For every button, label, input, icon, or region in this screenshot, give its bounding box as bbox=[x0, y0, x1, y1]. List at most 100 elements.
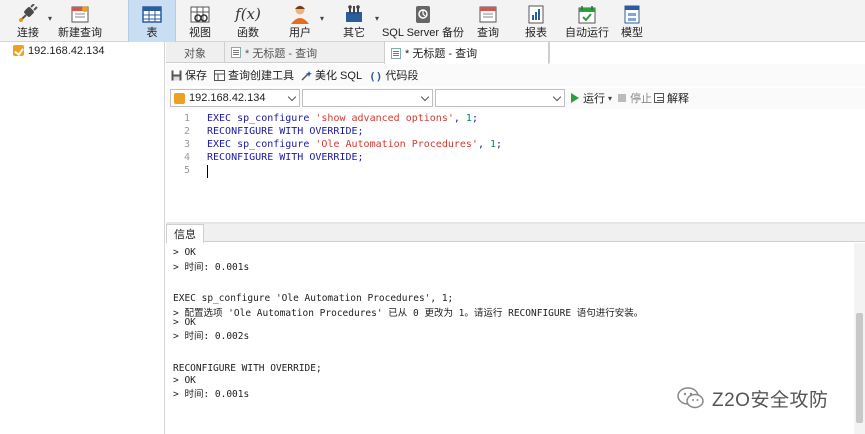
vertical-scrollbar[interactable] bbox=[854, 243, 865, 434]
new-query-button[interactable]: 新建查询 bbox=[56, 0, 104, 42]
code-token: EXEC bbox=[207, 113, 238, 124]
tab-query-1-label: * 无标题 - 查询 bbox=[245, 47, 318, 60]
database-select[interactable] bbox=[302, 89, 433, 107]
autorun-label: 自动运行 bbox=[565, 27, 609, 39]
run-dropdown-icon[interactable]: ▾ bbox=[608, 94, 612, 103]
line-number: 3 bbox=[183, 139, 190, 150]
code-snippet-button[interactable]: () 代码段 bbox=[369, 67, 418, 83]
other-label: 其它 bbox=[343, 27, 365, 39]
autorun-button[interactable]: 自动运行 bbox=[560, 0, 614, 42]
tab-filter-input[interactable] bbox=[549, 42, 865, 63]
user-dropdown-icon[interactable]: ▾ bbox=[320, 14, 324, 23]
autorun-icon bbox=[574, 2, 600, 26]
code-line[interactable]: EXEC sp_configure 'show advanced options… bbox=[207, 113, 478, 124]
view-label: 视图 bbox=[189, 27, 211, 39]
beautify-sql-button[interactable]: 美化 SQL bbox=[301, 67, 362, 83]
explain-button[interactable]: 解释 bbox=[654, 90, 689, 106]
tree-item-connection[interactable]: 192.168.42.134 bbox=[0, 42, 164, 59]
code-token: sp_configure bbox=[237, 139, 316, 150]
function-glyph: f(x) bbox=[235, 5, 261, 23]
table-label: 表 bbox=[146, 27, 158, 39]
function-button[interactable]: f(x) 函数 bbox=[224, 0, 272, 42]
save-icon bbox=[171, 70, 182, 81]
message-line: > 时间: 0.002s bbox=[173, 331, 250, 343]
stop-button[interactable]: 停止 bbox=[618, 90, 652, 106]
code-token: ; bbox=[496, 139, 503, 150]
connection-selector-row: 192.168.42.134 运行 ▾ 停止 解释 bbox=[166, 88, 865, 109]
code-line[interactable]: EXEC sp_configure 'Ole Automation Proced… bbox=[207, 139, 502, 150]
connect-button[interactable]: 连接 bbox=[4, 0, 52, 42]
message-line: > OK bbox=[173, 374, 196, 386]
message-line: EXEC sp_configure 'Ole Automation Proced… bbox=[173, 293, 454, 305]
stop-label: 停止 bbox=[630, 93, 652, 105]
line-number: 5 bbox=[183, 165, 190, 176]
message-line: > OK bbox=[173, 316, 196, 328]
tab-objects[interactable]: 对象 bbox=[166, 42, 224, 63]
schema-select[interactable] bbox=[435, 89, 565, 107]
function-label: 函数 bbox=[237, 27, 259, 39]
query-builder-button[interactable]: 查询创建工具 bbox=[214, 67, 294, 83]
query-tab-icon bbox=[391, 47, 401, 59]
table-button[interactable]: 表 bbox=[128, 0, 176, 42]
connection-tree: 192.168.42.134 bbox=[0, 42, 165, 434]
new-query-icon bbox=[67, 2, 93, 26]
beautify-icon bbox=[301, 70, 312, 81]
editor-toolbar: 保存 查询创建工具 美化 SQL () 代码段 bbox=[166, 64, 865, 86]
report-label: 报表 bbox=[525, 27, 547, 39]
code-token: 'show advanced options' bbox=[315, 113, 454, 124]
query-button[interactable]: 查询 bbox=[464, 0, 512, 42]
sql-server-backup-label: SQL Server 备份 bbox=[381, 27, 465, 39]
run-label: 运行 bbox=[583, 93, 605, 105]
message-line: > OK bbox=[173, 247, 196, 258]
user-button[interactable]: 用户 bbox=[276, 0, 324, 42]
sql-editor[interactable]: 1 2 3 4 5 EXEC sp_configure 'show advanced o… bbox=[166, 110, 865, 222]
connection-select-value: 192.168.42.134 bbox=[189, 92, 266, 104]
message-line: > 时间: 0.001s bbox=[173, 389, 250, 401]
scrollbar-thumb[interactable] bbox=[856, 313, 863, 423]
tab-messages[interactable]: 信息 bbox=[166, 224, 204, 243]
stop-icon bbox=[618, 94, 626, 102]
code-token: sp_configure bbox=[237, 113, 316, 124]
play-icon bbox=[571, 93, 579, 103]
report-button[interactable]: 报表 bbox=[512, 0, 560, 42]
view-icon bbox=[187, 2, 213, 26]
line-number-gutter: 1 2 3 4 5 bbox=[166, 110, 196, 222]
save-button[interactable]: 保存 bbox=[171, 67, 207, 83]
text-cursor bbox=[207, 165, 208, 178]
sql-server-backup-button[interactable]: SQL Server 备份 bbox=[381, 0, 465, 42]
connection-icon bbox=[174, 92, 185, 104]
code-token: RECONFIGURE WITH OVERRIDE; bbox=[207, 152, 364, 163]
run-button[interactable]: 运行 ▾ bbox=[571, 90, 612, 106]
message-line: RECONFIGURE WITH OVERRIDE; bbox=[173, 363, 322, 374]
other-dropdown-icon[interactable]: ▾ bbox=[375, 14, 379, 23]
code-snippet-icon: () bbox=[369, 69, 383, 83]
code-snippet-label: 代码段 bbox=[385, 70, 419, 82]
code-line[interactable]: RECONFIGURE WITH OVERRIDE; bbox=[207, 126, 364, 137]
line-number: 4 bbox=[183, 152, 190, 163]
connection-icon bbox=[13, 45, 24, 56]
model-button[interactable]: 模型 bbox=[608, 0, 656, 42]
tab-query-2[interactable]: * 无标题 - 查询 bbox=[384, 42, 549, 64]
message-line: > 时间: 0.001s bbox=[173, 261, 250, 273]
result-tab-bar: 信息 bbox=[166, 224, 865, 243]
explain-label: 解释 bbox=[667, 93, 689, 105]
code-line[interactable]: RECONFIGURE WITH OVERRIDE; bbox=[207, 152, 364, 163]
code-token: EXEC bbox=[207, 139, 238, 150]
view-button[interactable]: 视图 bbox=[176, 0, 224, 42]
tab-query-1[interactable]: * 无标题 - 查询 bbox=[224, 42, 384, 63]
explain-icon bbox=[654, 93, 664, 103]
chevron-down-icon bbox=[287, 92, 297, 102]
new-query-label: 新建查询 bbox=[58, 27, 102, 39]
model-label: 模型 bbox=[621, 27, 643, 39]
model-icon bbox=[619, 2, 645, 26]
other-button[interactable]: 其它 bbox=[330, 0, 378, 42]
tab-bar: 对象 * 无标题 - 查询 * 无标题 - 查询 bbox=[166, 42, 865, 64]
connect-dropdown-icon[interactable]: ▾ bbox=[48, 14, 52, 23]
report-icon bbox=[523, 2, 549, 26]
connection-select[interactable]: 192.168.42.134 bbox=[170, 89, 300, 107]
tab-query-2-label: * 无标题 - 查询 bbox=[405, 48, 478, 60]
query-builder-icon bbox=[214, 69, 225, 81]
code-token: 'Ole Automation Procedures' bbox=[315, 139, 478, 150]
tools-icon bbox=[341, 2, 367, 26]
table-icon bbox=[139, 2, 165, 26]
